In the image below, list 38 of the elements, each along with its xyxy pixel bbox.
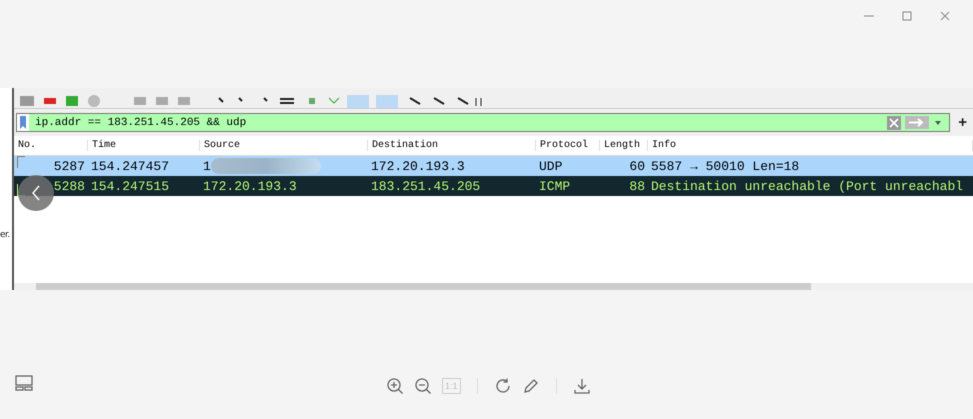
- column-header[interactable]: Info: [648, 140, 973, 151]
- table-cell-text: ICMP: [538, 178, 572, 194]
- table-cell-text: 60: [628, 158, 646, 174]
- table-cell-text: 154.247515: [90, 178, 170, 194]
- column-header[interactable]: Time: [88, 140, 200, 151]
- table-cell-text: 5587 → 50010 Len=18: [650, 158, 800, 174]
- column-header[interactable]: Length: [600, 140, 648, 151]
- page-text: er.: [0, 230, 10, 240]
- column-header[interactable]: No.: [14, 140, 88, 151]
- clear-icon[interactable]: [887, 116, 902, 130]
- filter-field[interactable]: ip.addr == 183.251.45.205 && udp: [16, 113, 950, 132]
- table-cell-text: 172.20.193.3: [202, 178, 297, 194]
- bookmark-icon[interactable]: [17, 114, 29, 131]
- table-cell-text: 5288: [52, 178, 86, 194]
- packet-row[interactable]: 5288 154.247515 172.20.193.3 183.251.45.205 ICMP 88 Destination unreachable (Port unreachabl: [14, 176, 973, 196]
- caret-icon[interactable]: [933, 118, 944, 126]
- table-cell-text: 1: [202, 158, 211, 174]
- scrollbar-thumb[interactable]: [36, 283, 811, 290]
- related-packet-bracket-icon: [17, 156, 25, 168]
- table-cell-text: 5287: [52, 158, 86, 174]
- table-cell-text: 154.247457: [90, 158, 170, 174]
- chevron-left-icon: [32, 185, 40, 201]
- table-cell-text: 88: [628, 178, 646, 194]
- column-header[interactable]: Destination: [368, 140, 536, 151]
- layout-icon[interactable]: [15, 374, 33, 392]
- zoom-in-icon[interactable]: [386, 377, 404, 395]
- table-cell-text: Destination unreachable (Port unreachabl: [650, 178, 964, 194]
- add-filter-button[interactable]: +: [954, 114, 971, 131]
- column-header[interactable]: Source: [200, 140, 368, 151]
- table-cell-text: 172.20.193.3: [370, 158, 466, 174]
- pencil-icon[interactable]: [522, 377, 540, 395]
- packet-row[interactable]: 5287 154.247457 1 172.20.193.3 UDP 60 5587 → 50010 Len=18: [14, 156, 973, 176]
- table-cell-text: 183.251.45.205: [370, 178, 482, 194]
- download-icon[interactable]: [572, 377, 591, 395]
- rotate-icon[interactable]: [494, 377, 512, 395]
- column-header[interactable]: Protocol: [536, 140, 600, 151]
- zoom-out-icon[interactable]: [414, 377, 432, 395]
- table-cell-text: UDP: [538, 158, 564, 174]
